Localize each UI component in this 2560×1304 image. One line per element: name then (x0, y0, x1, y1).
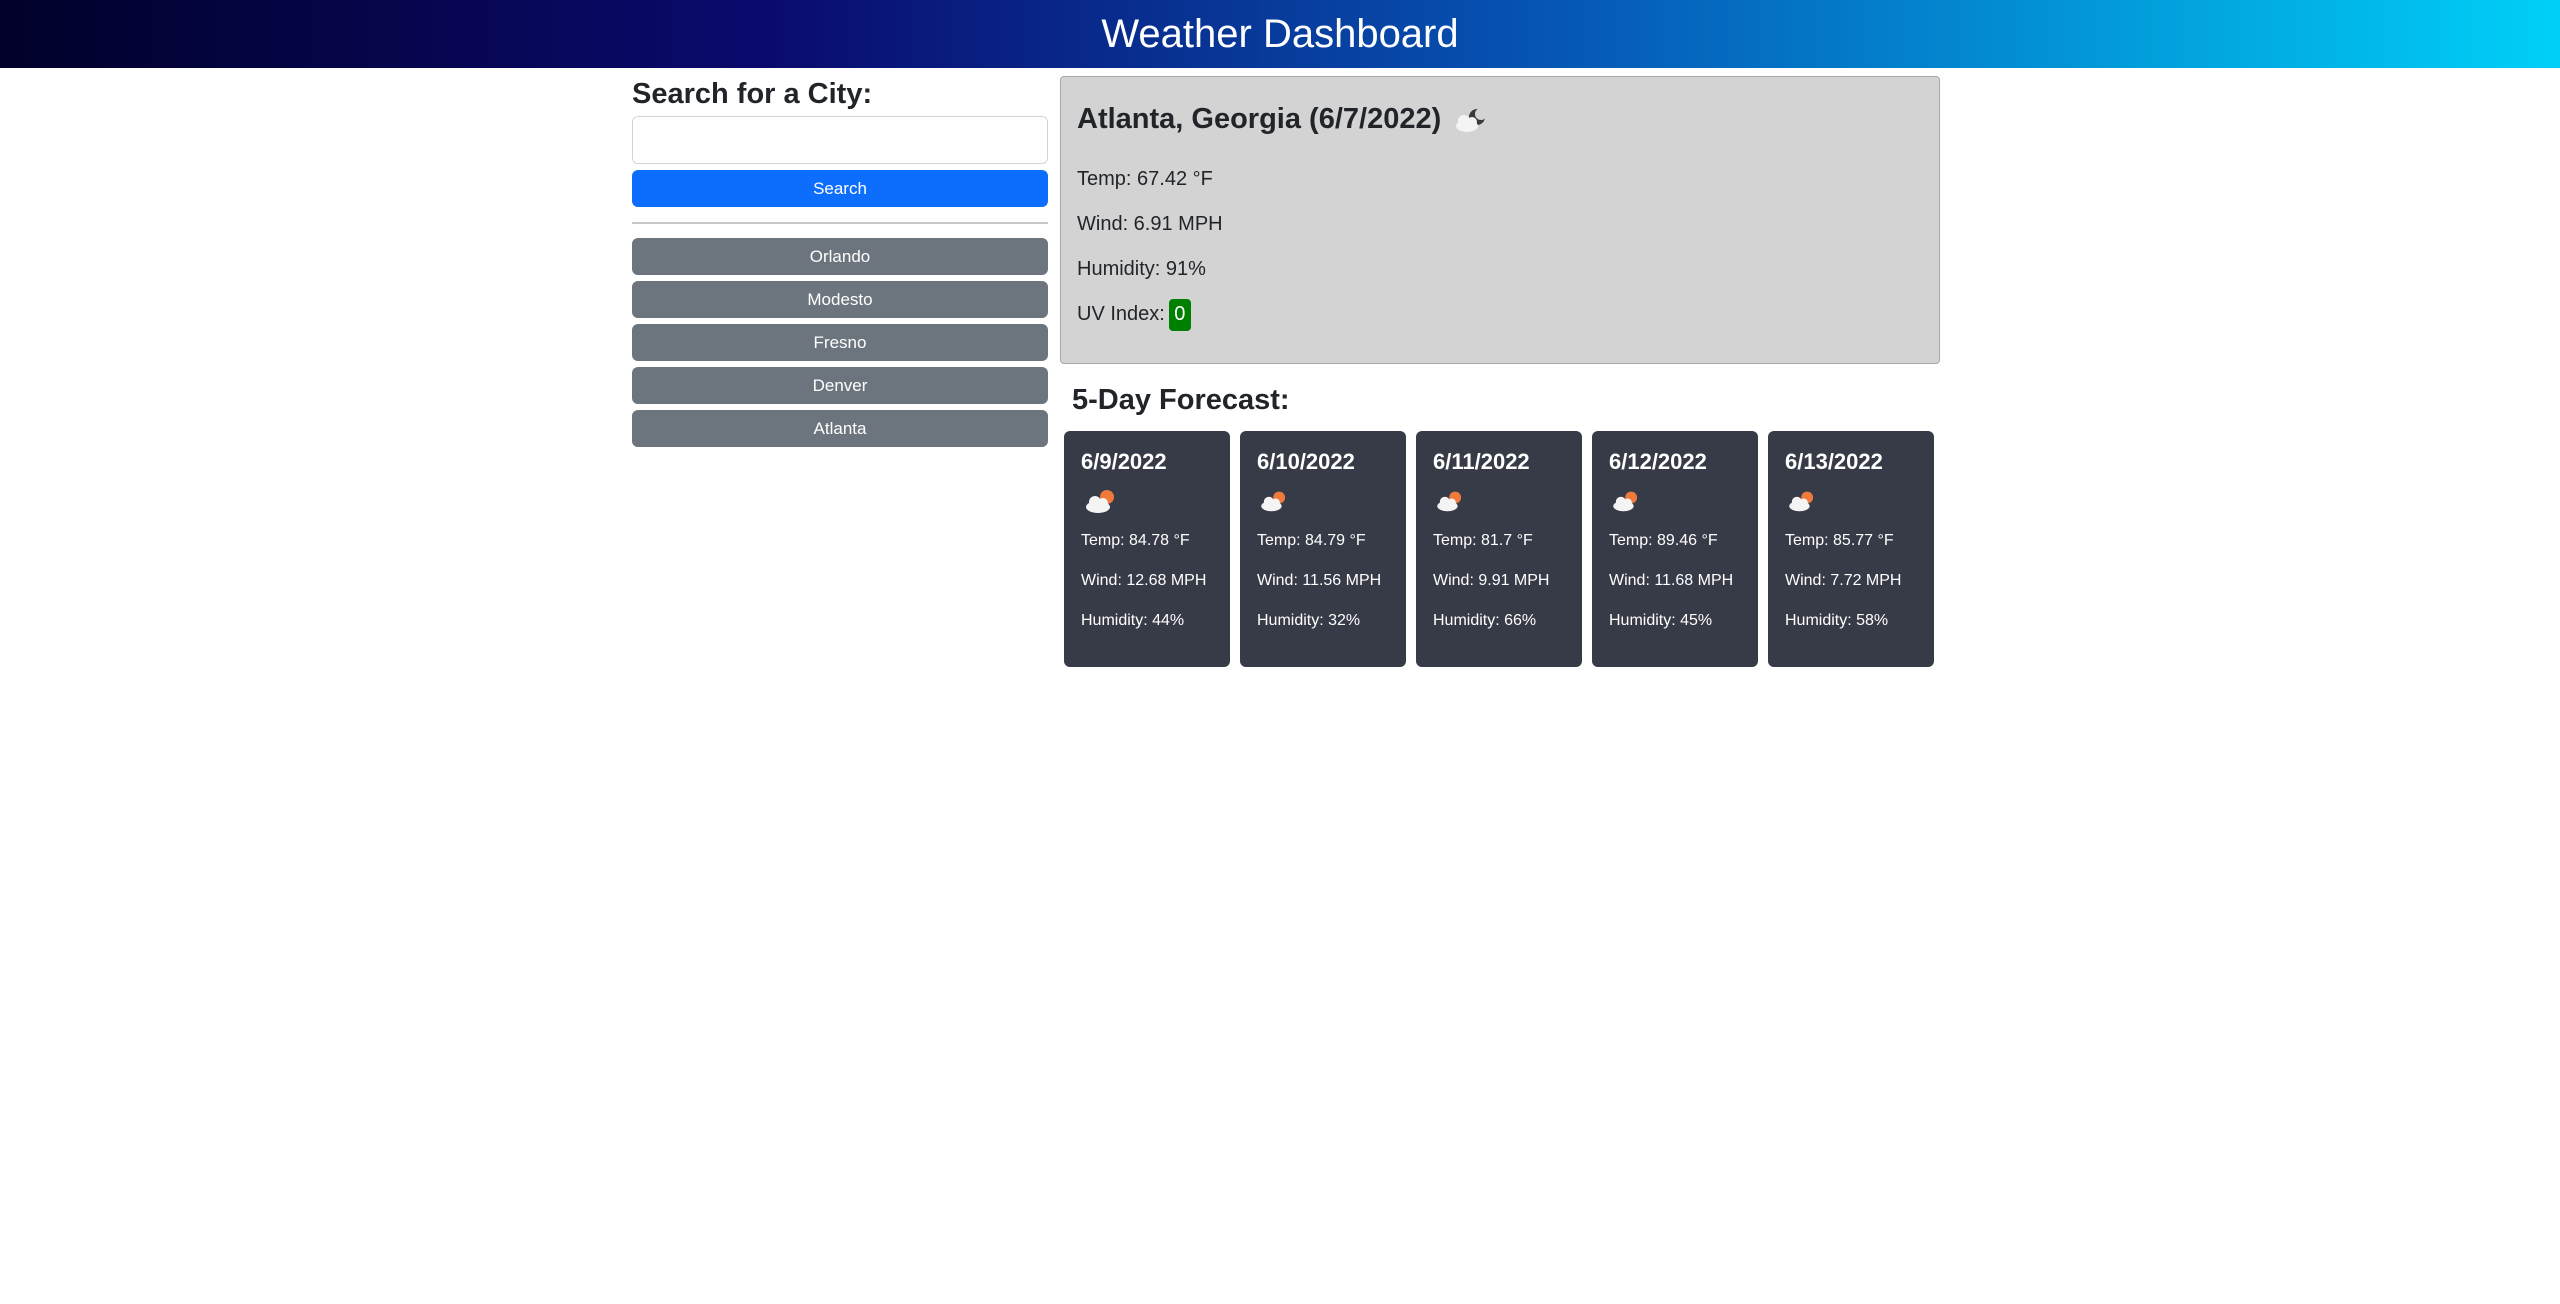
cloud-sun-icon (1433, 481, 1565, 521)
forecast-temp: Temp: 81.7 °F (1433, 532, 1533, 549)
app-title: Weather Dashboard (1101, 11, 1459, 56)
history-button-denver[interactable]: Denver (632, 367, 1048, 404)
forecast-card: 6/12/2022 Temp: 89.46 °F Wind: 11.68 MPH… (1592, 431, 1758, 667)
history-button-atlanta[interactable]: Atlanta (632, 410, 1048, 447)
cloud-sun-icon (1785, 481, 1917, 521)
current-humidity: Humidity: 91% (1077, 258, 1206, 280)
app-header: Weather Dashboard (0, 0, 2560, 68)
forecast-date: 6/9/2022 (1081, 449, 1167, 474)
forecast-humidity: Humidity: 45% (1609, 612, 1713, 629)
current-uv-index: UV Index: 0 (1077, 292, 1923, 337)
forecast-heading: 5-Day Forecast: (1072, 384, 1290, 416)
search-sidebar: Search for a City: Search Orlando Modest… (632, 76, 1048, 447)
forecast-card: 6/9/2022 Temp: 84.78 °F Wind: 12.68 MPH … (1064, 431, 1230, 667)
forecast-card: 6/10/2022 Temp: 84.79 °F Wind: 11.56 MPH… (1240, 431, 1406, 667)
sidebar-divider (632, 222, 1048, 224)
forecast-wind: Wind: 11.56 MPH (1257, 572, 1382, 589)
forecast-date: 6/12/2022 (1609, 449, 1707, 474)
uv-index-badge: 0 (1168, 298, 1191, 331)
current-temp: Temp: 67.42 °F (1077, 168, 1213, 190)
history-button-orlando[interactable]: Orlando (632, 238, 1048, 275)
cloud-sun-icon (1609, 481, 1741, 521)
current-weather-panel: Atlanta, Georgia (6/7/2022) Temp: 67.42 … (1060, 76, 1940, 364)
uv-index-label: UV Index: (1077, 303, 1165, 325)
cloud-moon-icon (1451, 102, 1491, 136)
forecast-temp: Temp: 84.78 °F (1081, 532, 1190, 549)
forecast-wind: Wind: 9.91 MPH (1433, 572, 1550, 589)
history-button-modesto[interactable]: Modesto (632, 281, 1048, 318)
cloud-sun-icon (1081, 481, 1213, 521)
current-city-title: Atlanta, Georgia (6/7/2022) (1077, 102, 1442, 135)
forecast-date: 6/11/2022 (1433, 449, 1530, 474)
cloud-sun-icon (1257, 481, 1389, 521)
city-search-input[interactable] (632, 116, 1048, 164)
forecast-humidity: Humidity: 44% (1081, 612, 1185, 629)
history-button-fresno[interactable]: Fresno (632, 324, 1048, 361)
forecast-card: 6/11/2022 Temp: 81.7 °F Wind: 9.91 MPH H… (1416, 431, 1582, 667)
current-wind: Wind: 6.91 MPH (1077, 213, 1223, 235)
forecast-temp: Temp: 84.79 °F (1257, 532, 1366, 549)
forecast-cards: 6/9/2022 Temp: 84.78 °F Wind: 12.68 MPH … (1064, 431, 1934, 667)
forecast-wind: Wind: 12.68 MPH (1081, 572, 1207, 589)
search-button[interactable]: Search (632, 170, 1048, 207)
forecast-temp: Temp: 85.77 °F (1785, 532, 1894, 549)
current-weather-header: Atlanta, Georgia (6/7/2022) (1077, 99, 1923, 139)
forecast-humidity: Humidity: 66% (1433, 612, 1537, 629)
forecast-date: 6/10/2022 (1257, 449, 1355, 474)
forecast-date: 6/13/2022 (1785, 449, 1883, 474)
search-heading: Search for a City: (632, 78, 873, 110)
forecast-wind: Wind: 7.72 MPH (1785, 572, 1902, 589)
forecast-temp: Temp: 89.46 °F (1609, 532, 1718, 549)
forecast-humidity: Humidity: 58% (1785, 612, 1889, 629)
forecast-wind: Wind: 11.68 MPH (1609, 572, 1734, 589)
forecast-humidity: Humidity: 32% (1257, 612, 1361, 629)
search-history-list: Orlando Modesto Fresno Denver Atlanta (632, 238, 1048, 447)
forecast-card: 6/13/2022 Temp: 85.77 °F Wind: 7.72 MPH … (1768, 431, 1934, 667)
